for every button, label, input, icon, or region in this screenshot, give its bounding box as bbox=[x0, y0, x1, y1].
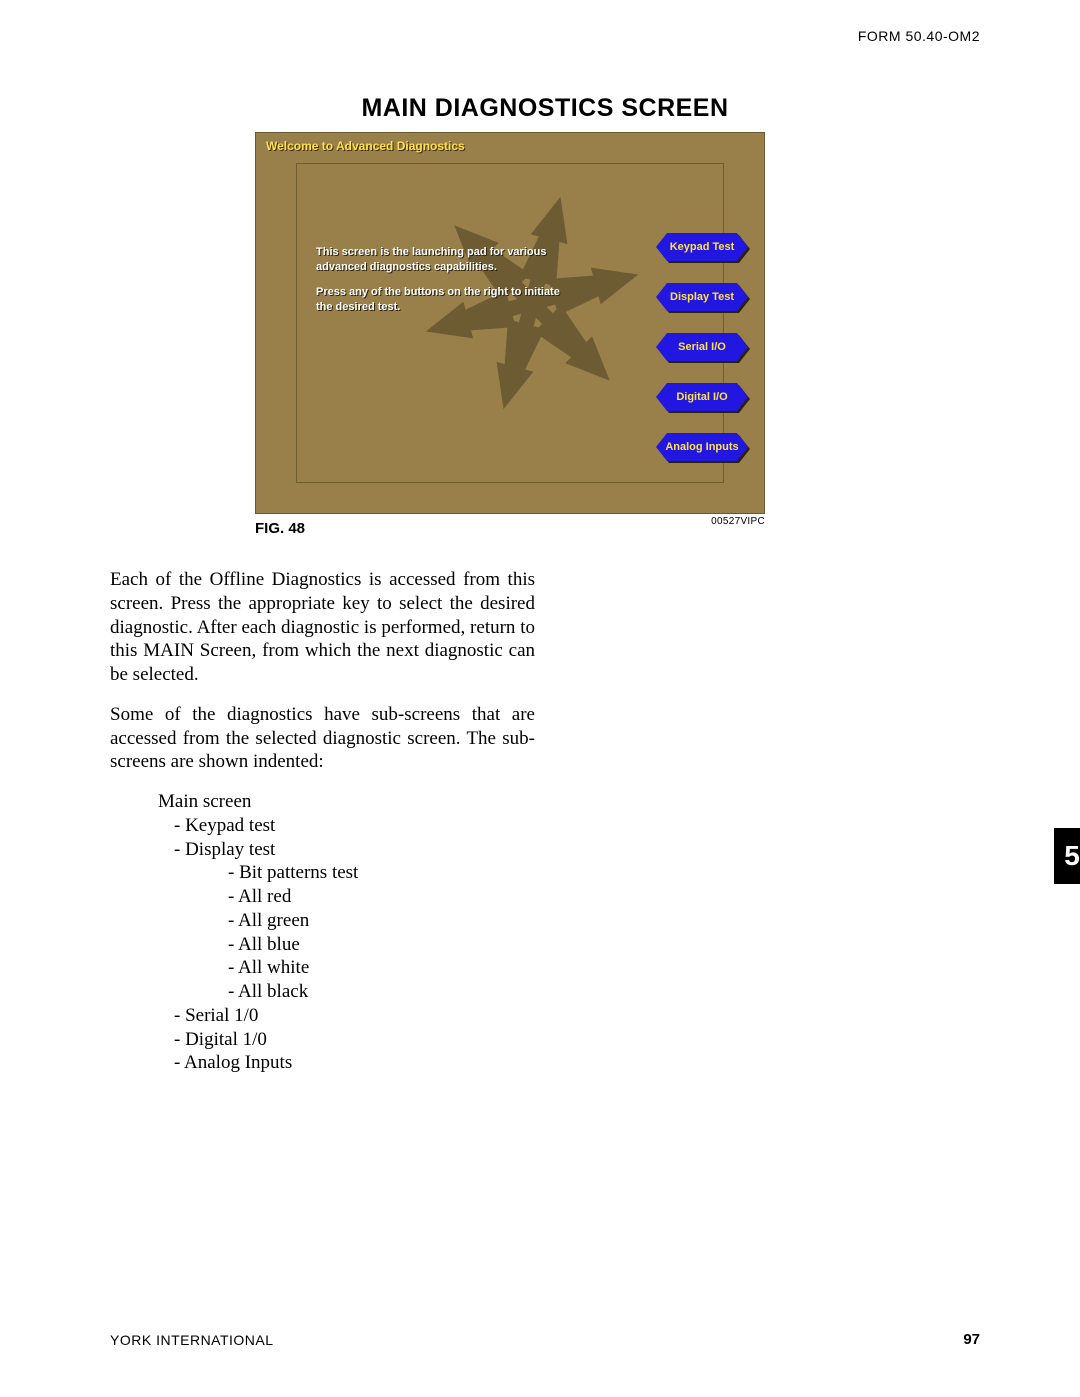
body-text-column: Each of the Offline Diagnostics is acces… bbox=[110, 568, 535, 1075]
analog-inputs-button[interactable]: Analog Inputs bbox=[656, 433, 748, 461]
tree-green: - All green bbox=[228, 909, 535, 933]
keypad-test-button[interactable]: Keypad Test bbox=[656, 233, 748, 261]
keypad-test-label: Keypad Test bbox=[656, 233, 748, 261]
figure-label: FIG. 48 bbox=[255, 520, 305, 537]
display-test-label: Display Test bbox=[656, 283, 748, 311]
page-title: MAIN DIAGNOSTICS SCREEN bbox=[110, 94, 980, 123]
footer-company: YORK INTERNATIONAL bbox=[110, 1332, 274, 1348]
tree-keypad: - Keypad test bbox=[174, 814, 535, 838]
paragraph-2: Some of the diagnostics have sub-screens… bbox=[110, 703, 535, 774]
tree-red: - All red bbox=[228, 885, 535, 909]
tree-display: - Display test bbox=[174, 838, 535, 862]
form-number: FORM 50.40-OM2 bbox=[858, 28, 980, 44]
screen-line-1: This screen is the launching pad for var… bbox=[316, 245, 571, 275]
screen-tree-list: Main screen - Keypad test - Display test… bbox=[158, 790, 535, 1075]
screen-line-2: Press any of the buttons on the right to… bbox=[316, 285, 571, 315]
tree-black: - All black bbox=[228, 980, 535, 1004]
footer-page-number: 97 bbox=[963, 1331, 980, 1348]
digital-io-label: Digital I/O bbox=[656, 383, 748, 411]
serial-io-label: Serial I/O bbox=[656, 333, 748, 361]
tree-serial: - Serial 1/0 bbox=[174, 1004, 535, 1028]
screen-welcome-text: Welcome to Advanced Diagnostics bbox=[256, 133, 764, 159]
display-test-button[interactable]: Display Test bbox=[656, 283, 748, 311]
figure-code: 00527VIPC bbox=[711, 516, 765, 527]
screen-button-stack: Keypad Test Display Test Serial I/O Digi… bbox=[656, 233, 748, 483]
tree-blue: - All blue bbox=[228, 933, 535, 957]
screen-instruction-text: This screen is the launching pad for var… bbox=[316, 245, 571, 325]
tree-analog: - Analog Inputs bbox=[174, 1051, 535, 1075]
tree-bit: - Bit patterns test bbox=[228, 861, 535, 885]
diagnostics-screenshot: Welcome to Advanced Diagnostics This scr… bbox=[255, 132, 765, 514]
section-tab-5: 5 bbox=[1054, 828, 1080, 884]
tree-main: Main screen bbox=[158, 790, 535, 814]
analog-inputs-label: Analog Inputs bbox=[656, 433, 748, 461]
tree-digital: - Digital 1/0 bbox=[174, 1028, 535, 1052]
tree-white: - All white bbox=[228, 956, 535, 980]
paragraph-1: Each of the Offline Diagnostics is acces… bbox=[110, 568, 535, 687]
serial-io-button[interactable]: Serial I/O bbox=[656, 333, 748, 361]
digital-io-button[interactable]: Digital I/O bbox=[656, 383, 748, 411]
